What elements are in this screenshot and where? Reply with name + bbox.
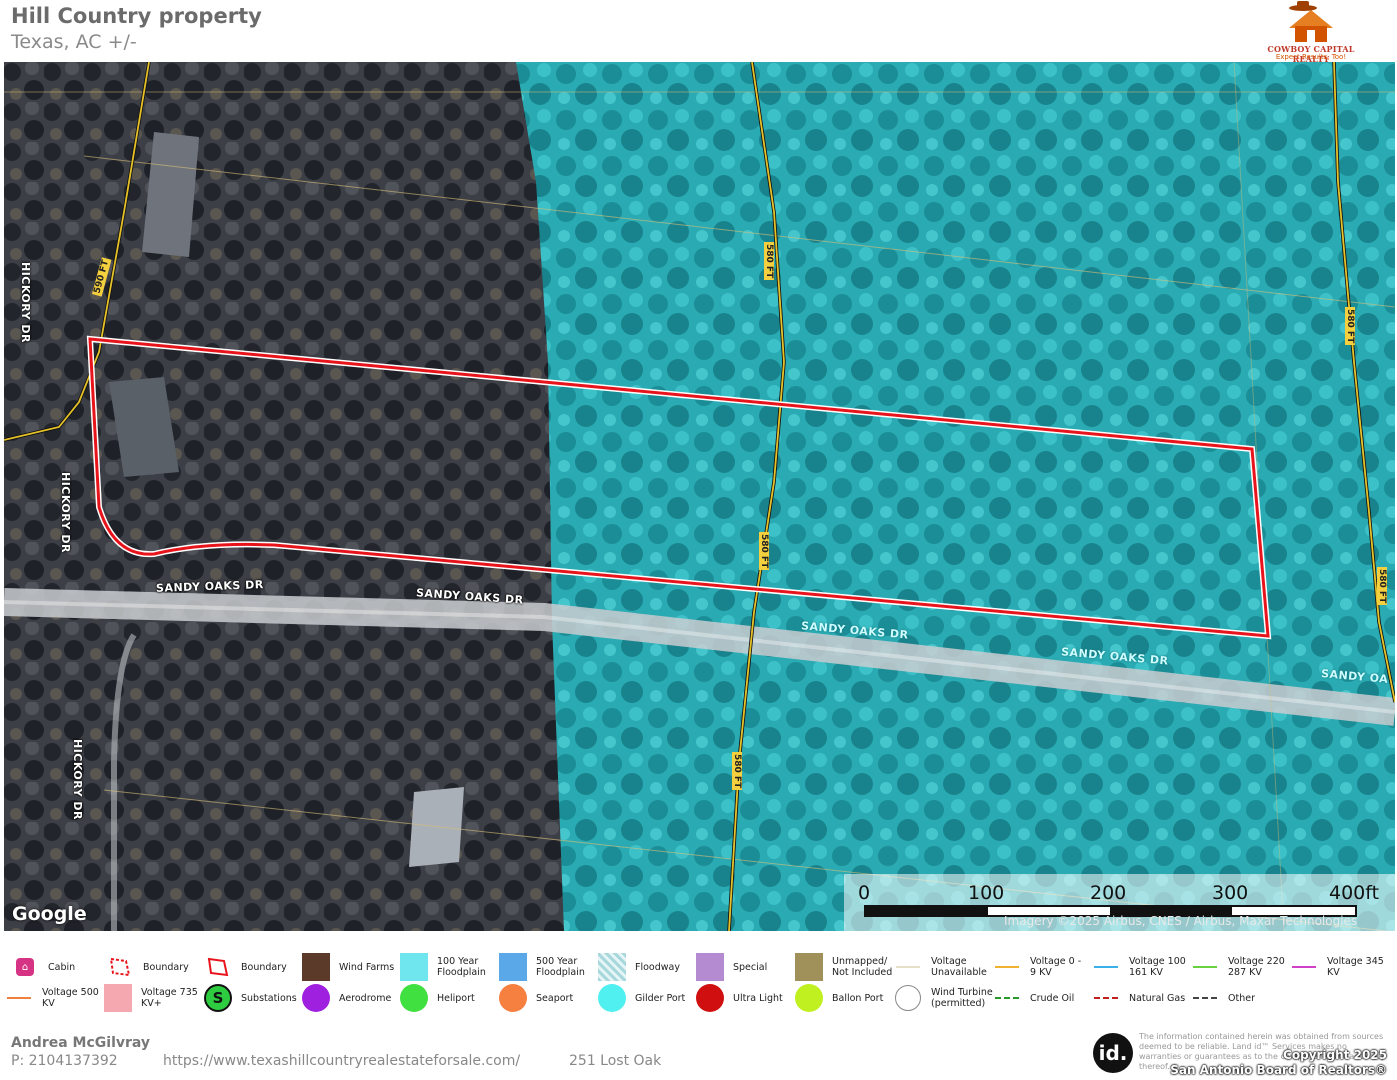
scale-bar: 0 100 200 300 400ft Imagery ©2025 Airbus…	[844, 874, 1395, 931]
heliport-icon	[399, 983, 429, 1013]
legend-item-unmapped: Unmapped/ Not Included	[794, 952, 894, 982]
wind-farms-swatch	[301, 952, 331, 982]
substation-icon: S	[203, 983, 233, 1013]
map-canvas	[4, 62, 1395, 931]
voltage-220-287-line	[1190, 952, 1220, 982]
voltage-500-line	[4, 983, 34, 1013]
voltage-0-9-line	[992, 952, 1022, 982]
cowboy-house-icon	[1289, 1, 1333, 42]
floodplain-area	[516, 62, 1395, 931]
cabin-icon: ⌂	[10, 952, 40, 982]
map-legend: ⌂ Cabin Boundary Boundary Wind Farms 100…	[0, 946, 1397, 1016]
boundary-dashed-icon	[105, 952, 135, 982]
floodplain-100-swatch	[399, 952, 429, 982]
page-title: Hill Country property	[11, 4, 262, 28]
landid-logo: id.	[1093, 1033, 1133, 1073]
legend-item-voltage-0-9: Voltage 0 - 9 KV	[992, 952, 1087, 982]
legend-item-aerodrome: Aerodrome	[301, 983, 391, 1013]
contour-label: 580 FT	[1377, 567, 1387, 606]
agent-name: Andrea McGilvray	[11, 1035, 151, 1051]
voltage-100-161-line	[1091, 952, 1121, 982]
legend-item-voltage-220-287: Voltage 220 287 KV	[1190, 952, 1285, 982]
website-link[interactable]: https://www.texashillcountryrealestatefo…	[163, 1053, 520, 1069]
legend-item-voltage-100-161: Voltage 100 161 KV	[1091, 952, 1186, 982]
voltage-unavailable-line	[893, 952, 923, 982]
floodway-swatch	[597, 952, 627, 982]
scale-label: 200	[1090, 882, 1127, 904]
special-swatch	[695, 952, 725, 982]
agent-phone: P: 2104137392	[11, 1053, 118, 1069]
other-line	[1190, 983, 1220, 1013]
google-attribution: Google	[12, 903, 87, 925]
page-subtitle: Texas, AC +/-	[11, 31, 137, 53]
ultra-light-icon	[695, 983, 725, 1013]
road-label-hickory: HICKORY DR	[71, 739, 84, 821]
legend-item-crude-oil: Crude Oil	[992, 983, 1074, 1013]
legend-item-voltage-500: Voltage 500 KV	[4, 983, 104, 1013]
boundary-icon	[203, 952, 233, 982]
legend-item-seaport: Seaport	[498, 983, 573, 1013]
legend-item-other: Other	[1190, 983, 1255, 1013]
voltage-345-line	[1289, 952, 1319, 982]
contour-label: 580 FT	[732, 752, 742, 791]
floodplain-500-swatch	[498, 952, 528, 982]
natural-gas-line	[1091, 983, 1121, 1013]
legend-item-cabin: ⌂ Cabin	[10, 952, 75, 982]
logo-tagline: Expect Results, Too!	[1275, 53, 1347, 61]
contour-label: 580 FT	[764, 242, 774, 281]
legend-item-boundary: Boundary	[203, 952, 287, 982]
legend-item-floodplain-100: 100 Year Floodplain	[399, 952, 494, 982]
scale-label: 100	[968, 882, 1005, 904]
legend-item-voltage-345: Voltage 345 KV	[1289, 952, 1384, 982]
legend-item-special: Special	[695, 952, 767, 982]
road-label-hickory: HICKORY DR	[19, 262, 32, 344]
map-view[interactable]: HICKORY DR HICKORY DR HICKORY DR SANDY O…	[4, 62, 1395, 931]
legend-item-glider-port: Gilder Port	[597, 983, 685, 1013]
brokerage-logo: COWBOY CAPITAL REALTY Expect Results, To…	[1251, 0, 1371, 64]
contour-label: 580 FT	[759, 532, 769, 571]
copyright-notice: Copyright 2025 San Antonio Board of Real…	[1170, 1048, 1387, 1077]
legend-item-wind-turbine: Wind Turbine (permitted)	[893, 983, 993, 1013]
road-label-hickory: HICKORY DR	[59, 472, 72, 554]
legend-item-ultra-light: Ultra Light	[695, 983, 783, 1013]
legend-item-floodplain-500: 500 Year Floodplain	[498, 952, 593, 982]
legend-item-floodway: Floodway	[597, 952, 680, 982]
property-address: 251 Lost Oak	[569, 1053, 662, 1069]
scale-label: 0	[858, 882, 871, 904]
unmapped-swatch	[794, 952, 824, 982]
imagery-credit: Imagery ©2025 Airbus, CNES / Airbus, Max…	[1004, 914, 1358, 928]
legend-item-heliport: Heliport	[399, 983, 475, 1013]
contour-label: 580 FT	[1345, 307, 1355, 346]
legend-item-natural-gas: Natural Gas	[1091, 983, 1185, 1013]
scale-label: 400ft	[1329, 882, 1380, 904]
voltage-735-swatch	[103, 983, 133, 1013]
seaport-icon	[498, 983, 528, 1013]
legend-item-boundary-dashed: Boundary	[105, 952, 189, 982]
glider-port-icon	[597, 983, 627, 1013]
crude-oil-line	[992, 983, 1022, 1013]
legend-item-wind-farms: Wind Farms	[301, 952, 394, 982]
legend-item-balloon-port: Ballon Port	[794, 983, 883, 1013]
balloon-port-icon	[794, 983, 824, 1013]
legend-item-substations: S Substations	[203, 983, 297, 1013]
aerodrome-icon	[301, 983, 331, 1013]
legend-item-voltage-735: Voltage 735 KV+	[103, 983, 203, 1013]
scale-label: 300	[1212, 882, 1249, 904]
wind-turbine-icon	[893, 983, 923, 1013]
legend-item-voltage-unavailable: Voltage Unavailable	[893, 952, 988, 982]
